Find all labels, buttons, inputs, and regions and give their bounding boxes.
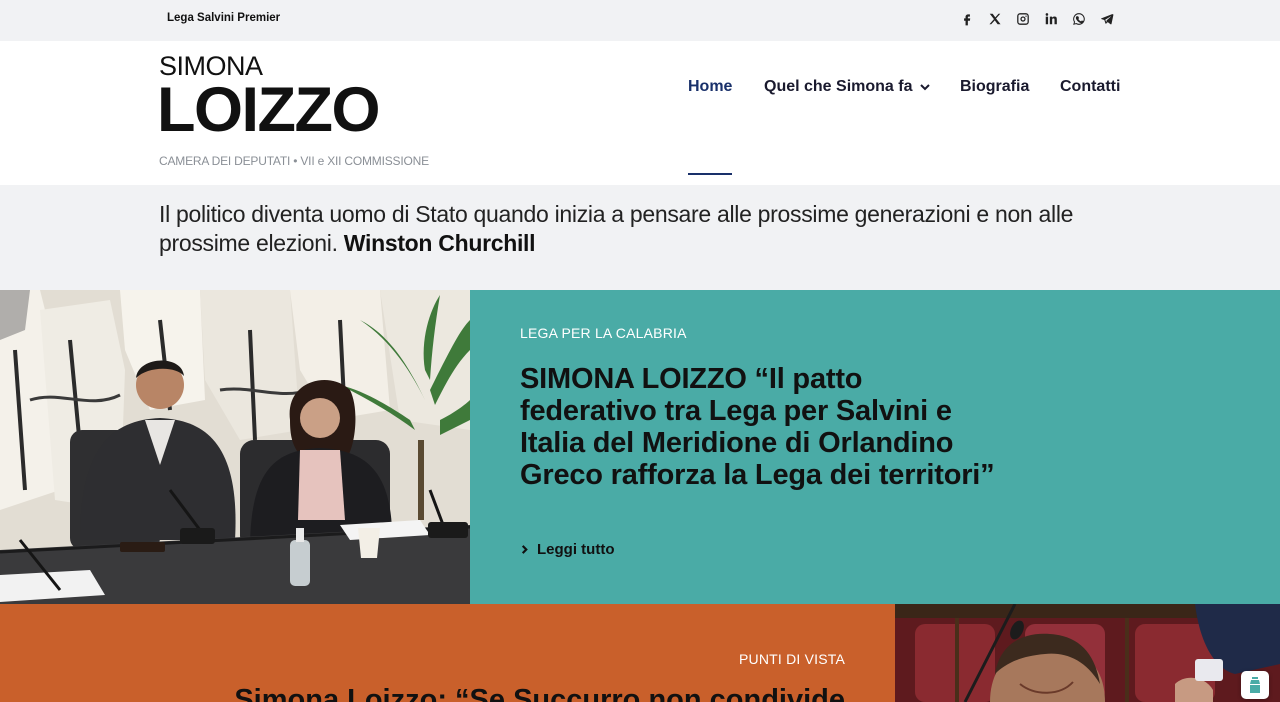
nav-item-label: Biografia	[960, 78, 1030, 95]
nav-item-quel-che-simona-fa[interactable]: Quel che Simona fa	[764, 78, 931, 96]
quote: Il politico diventa uomo di Stato quando…	[159, 200, 1079, 258]
article-panel: PUNTI DI VISTA Simona Loizzo: “Se Succur…	[0, 604, 895, 702]
nav-item-label: Home	[688, 78, 733, 95]
article-title[interactable]: SIMONA LOIZZO “Il patto federativo tra L…	[520, 363, 1000, 491]
quote-band: Il politico diventa uomo di Stato quando…	[0, 185, 1280, 290]
accessibility-icon	[1250, 677, 1260, 693]
logo-subtitle: CAMERA DEI DEPUTATI • VII e XII COMMISSI…	[159, 154, 429, 168]
chevron-down-icon	[920, 84, 931, 91]
linkedin-icon[interactable]	[1041, 9, 1061, 29]
instagram-icon[interactable]	[1013, 9, 1033, 29]
read-more-link[interactable]: Leggi tutto	[520, 541, 614, 558]
nav-item-label: Quel che Simona fa	[764, 78, 913, 95]
nav-item-contatti[interactable]: Contatti	[1060, 78, 1120, 96]
top-bar: Lega Salvini Premier	[0, 0, 1280, 41]
article-category[interactable]: PUNTI DI VISTA	[739, 651, 845, 667]
read-more-label: Leggi tutto	[537, 541, 615, 558]
facebook-icon[interactable]	[957, 9, 977, 29]
quote-author: Winston Churchill	[343, 230, 536, 256]
article-photo[interactable]	[0, 290, 470, 604]
article-photo[interactable]	[895, 604, 1280, 702]
article-category[interactable]: LEGA PER LA CALABRIA	[520, 325, 687, 341]
article-title[interactable]: Simona Loizzo: “Se Succurro non condivid…	[234, 684, 845, 702]
chevron-right-icon	[521, 545, 528, 554]
party-name[interactable]: Lega Salvini Premier	[167, 12, 280, 24]
nav-item-label: Contatti	[1060, 78, 1121, 95]
whatsapp-icon[interactable]	[1069, 9, 1089, 29]
featured-article: PUNTI DI VISTA Simona Loizzo: “Se Succur…	[0, 604, 1280, 702]
social-links	[957, 9, 1117, 29]
nav-item-home[interactable]: Home	[688, 78, 732, 96]
main-nav: Home Quel che Simona fa Biografia Contat…	[0, 78, 1280, 175]
telegram-icon[interactable]	[1097, 9, 1117, 29]
article-panel: LEGA PER LA CALABRIA SIMONA LOIZZO “Il p…	[470, 290, 1280, 604]
quote-text: Il politico diventa uomo di Stato quando…	[159, 201, 1074, 256]
nav-item-biografia[interactable]: Biografia	[960, 78, 1029, 96]
x-icon[interactable]	[985, 9, 1005, 29]
accessibility-button[interactable]	[1241, 671, 1269, 699]
active-nav-indicator	[688, 173, 732, 175]
site-header: SIMONA LOIZZO CAMERA DEI DEPUTATI • VII …	[0, 41, 1280, 185]
featured-article: LEGA PER LA CALABRIA SIMONA LOIZZO “Il p…	[0, 290, 1280, 604]
